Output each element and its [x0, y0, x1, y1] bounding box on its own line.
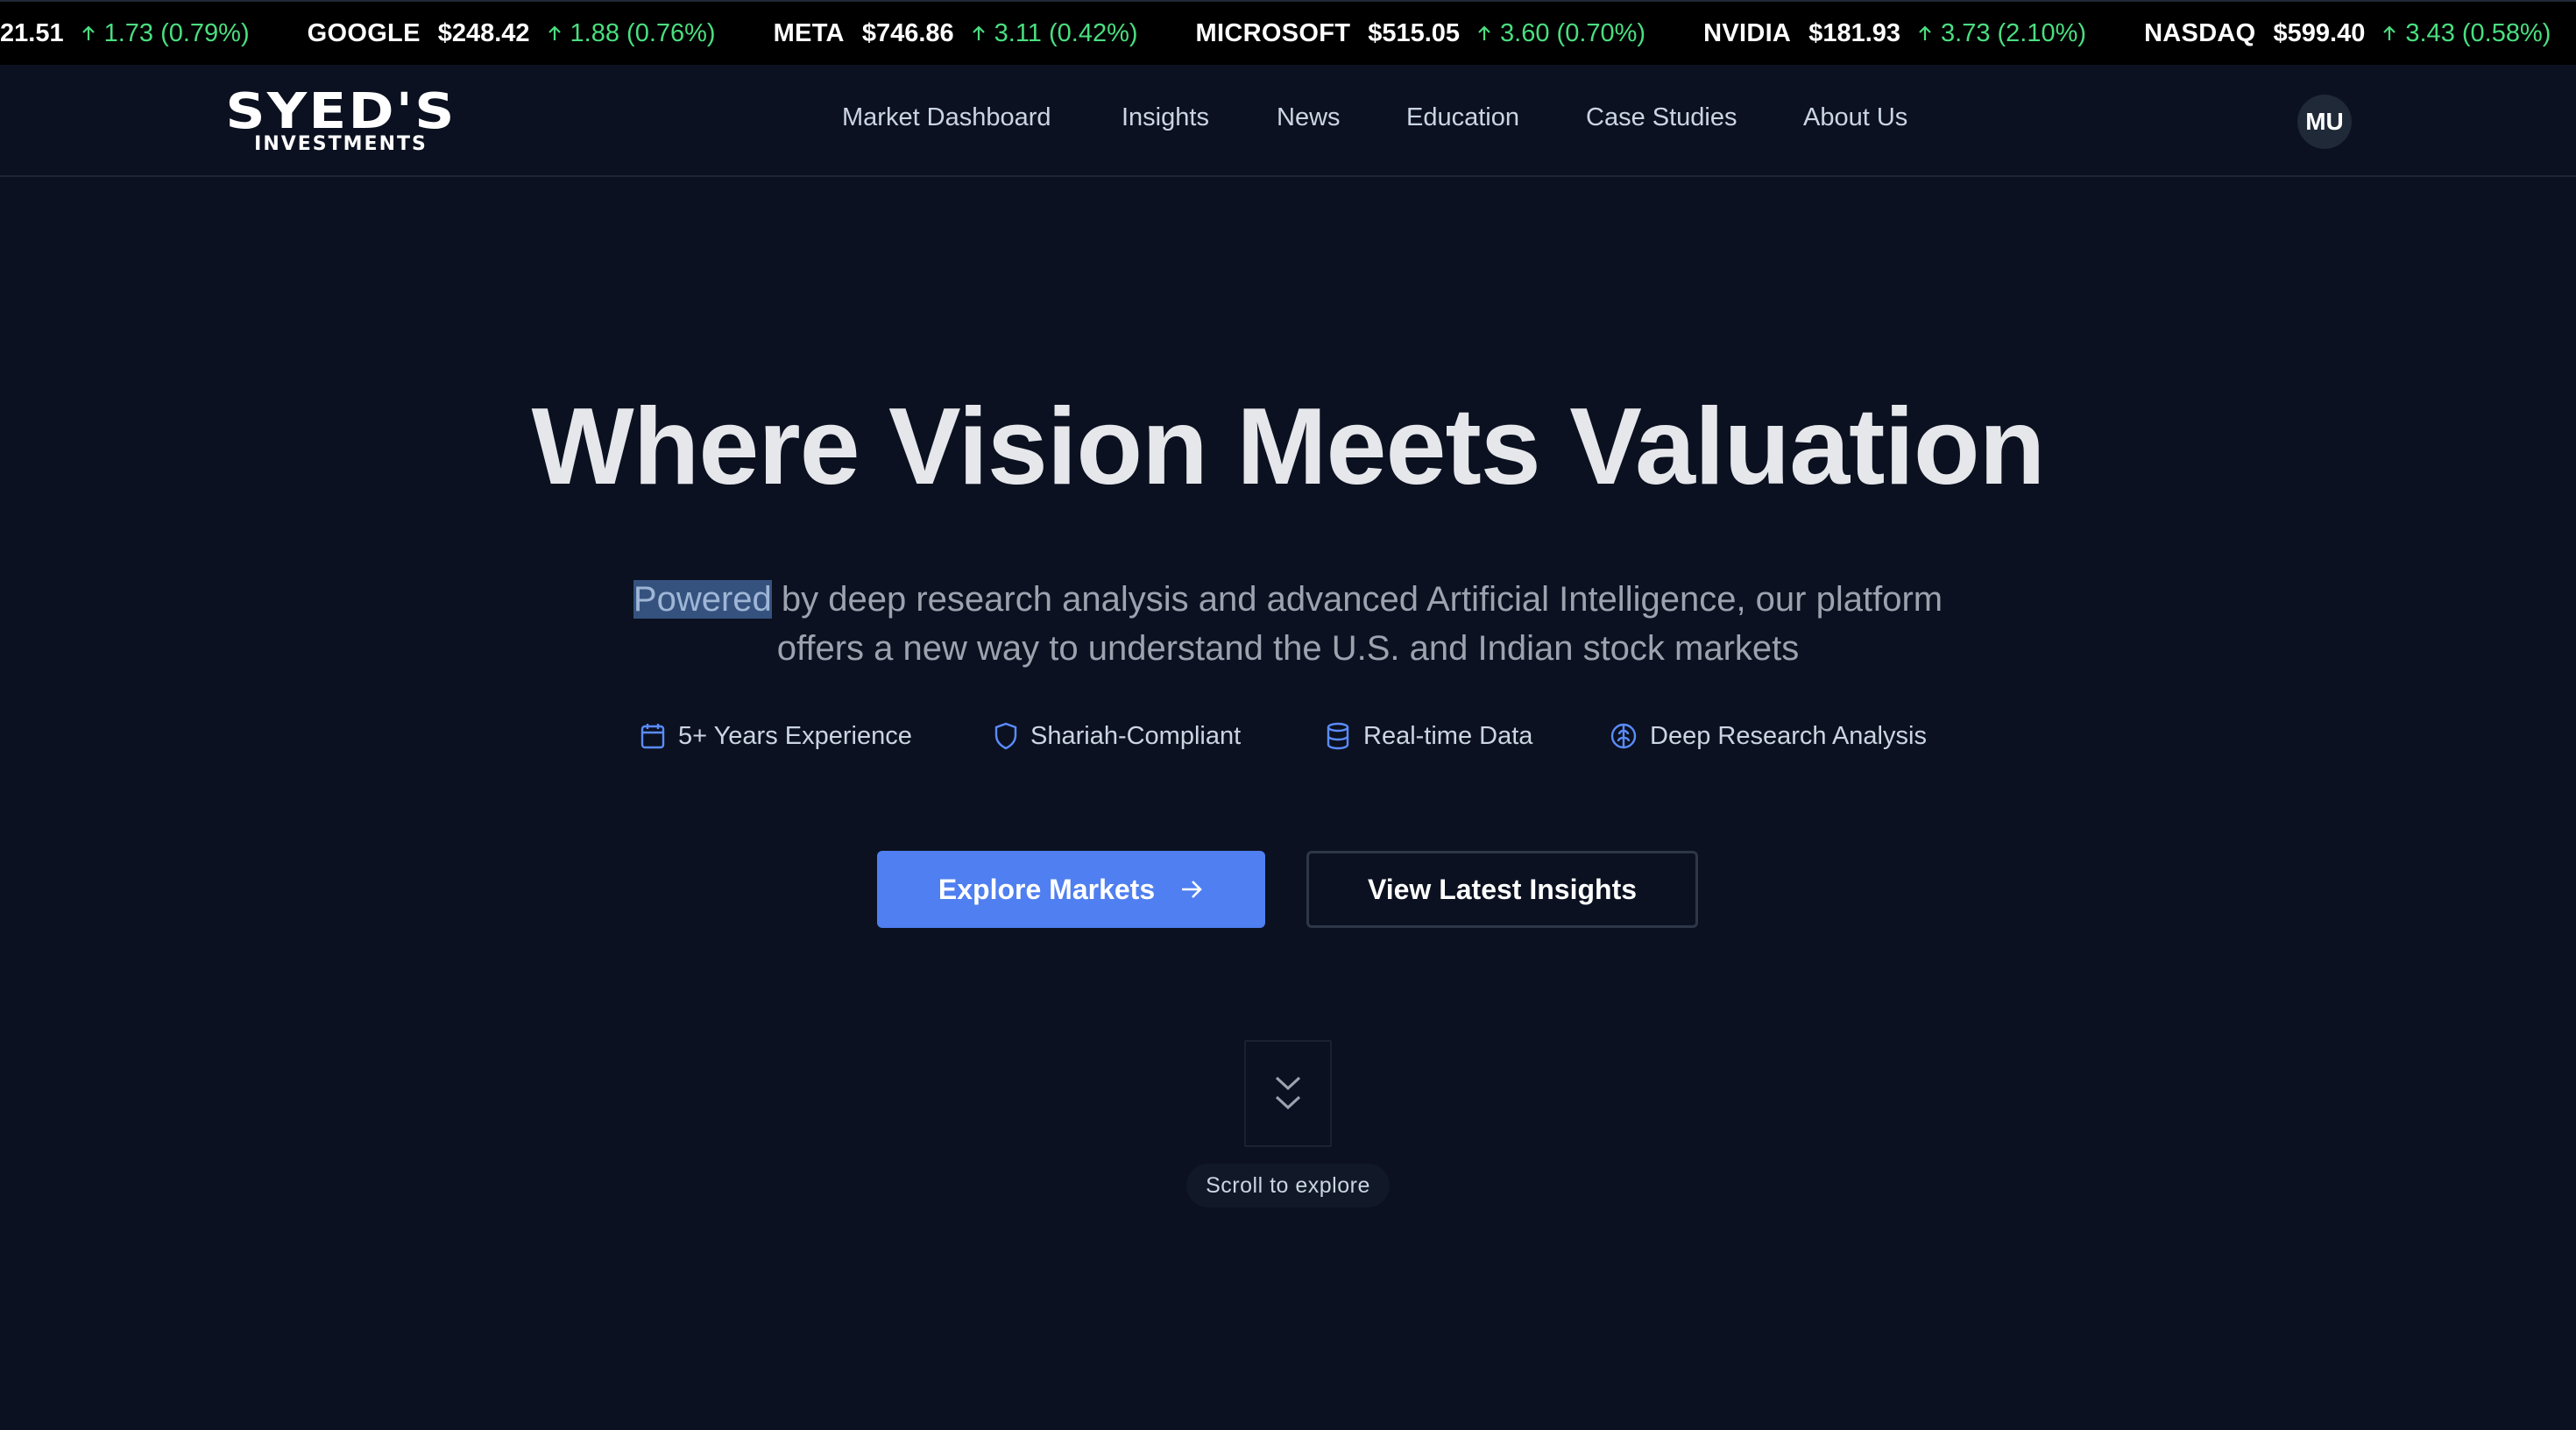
nav-link-case-studies[interactable]: Case Studies [1586, 103, 1737, 132]
main-navbar: SYED'S INVESTMENTS Market Dashboard Insi… [0, 65, 2576, 177]
calendar-icon [640, 724, 665, 749]
hero-title: Where Vision Meets Valuation [531, 386, 2046, 507]
arrow-up-icon [2383, 25, 2396, 40]
ticker-price: $746.86 [861, 18, 954, 47]
ticker-symbol: META [773, 18, 845, 47]
ticker-change-value: 3.11 (0.42%) [994, 18, 1138, 47]
feature-label: Deep Research Analysis [1650, 721, 1927, 750]
explore-markets-button[interactable]: Explore Markets [877, 851, 1265, 928]
feature-item: Real-time Data [1325, 715, 1532, 757]
ticker-change-value: 3.43 (0.58%) [2405, 18, 2551, 47]
ticker-item[interactable]: MICROSOFT $515.05 3.60 (0.70%) [1196, 19, 1646, 48]
ticker-change: 3.11 (0.42%) [972, 19, 1138, 48]
ticker-change: 1.88 (0.76%) [548, 19, 716, 48]
ticker-item[interactable]: META $746.86 3.11 (0.42%) [774, 19, 1138, 48]
database-icon [1327, 722, 1349, 750]
nav-link-market-dashboard[interactable]: Market Dashboard [842, 103, 1051, 132]
scroll-down-indicator[interactable] [1244, 1040, 1332, 1147]
feature-list: 5+ Years Experience Shariah-Compliant Re… [0, 715, 2576, 757]
ticker-price: 21.51 [0, 18, 64, 47]
hero-subtitle-text: by deep research analysis and advanced A… [771, 580, 1943, 668]
ticker-change-value: 1.73 (0.79%) [103, 18, 250, 47]
feature-item: 5+ Years Experience [640, 715, 912, 757]
ticker-track: 21.51 1.73 (0.79%) GOOGLE $248.42 1.88 (… [0, 2, 2576, 65]
feature-item: Shariah-Compliant [994, 715, 1241, 757]
ticker-price: $599.40 [2273, 18, 2366, 47]
ticker-item[interactable]: NASDAQ $599.40 3.43 (0.58%) [2144, 19, 2551, 48]
arrow-up-icon [81, 25, 95, 40]
view-latest-insights-button[interactable]: View Latest Insights [1306, 851, 1698, 928]
brain-icon [1610, 723, 1637, 749]
ticker-change: 3.43 (0.58%) [2382, 19, 2551, 48]
primary-nav: Market Dashboard Insights News Education… [0, 65, 2576, 175]
ticker-item[interactable]: 21.51 1.73 (0.79%) [0, 19, 250, 48]
ticker-price: $248.42 [437, 18, 530, 47]
ticker-item[interactable]: NVIDIA $181.93 3.73 (2.10%) [1703, 19, 2086, 48]
ticker-symbol: NASDAQ [2144, 18, 2256, 47]
feature-label: 5+ Years Experience [678, 721, 912, 750]
scroll-hint-label: Scroll to explore [1186, 1164, 1390, 1207]
ticker-symbol: GOOGLE [307, 18, 421, 47]
chevrons-down-icon [1275, 1076, 1301, 1110]
ticker-price: $515.05 [1368, 18, 1461, 47]
nav-link-about-us[interactable]: About Us [1803, 103, 1907, 132]
arrow-up-icon [1478, 25, 1490, 40]
ticker-symbol: MICROSOFT [1195, 18, 1351, 47]
selected-text: Powered [633, 580, 772, 619]
ticker-price: $181.93 [1808, 18, 1901, 47]
nav-link-insights[interactable]: Insights [1122, 103, 1209, 132]
feature-item: Deep Research Analysis [1610, 715, 1927, 757]
arrow-up-icon [548, 25, 561, 40]
nav-link-news[interactable]: News [1277, 103, 1341, 132]
ticker-change: 3.60 (0.70%) [1477, 19, 1645, 48]
stock-ticker: 21.51 1.73 (0.79%) GOOGLE $248.42 1.88 (… [0, 0, 2576, 65]
ticker-change-value: 3.60 (0.70%) [1500, 18, 1646, 47]
feature-label: Shariah-Compliant [1030, 721, 1242, 750]
shield-icon [994, 722, 1017, 750]
ticker-change-value: 1.88 (0.76%) [570, 18, 716, 47]
explore-markets-label: Explore Markets [938, 873, 1156, 905]
nav-link-education[interactable]: Education [1406, 103, 1519, 132]
ticker-change-value: 3.73 (2.10%) [1941, 18, 2087, 47]
ticker-change: 1.73 (0.79%) [81, 19, 250, 48]
arrow-up-icon [1919, 25, 1931, 40]
hero-subtitle: Powered by deep research analysis and ad… [596, 575, 1980, 673]
feature-label: Real-time Data [1363, 721, 1533, 750]
ticker-change: 3.73 (2.10%) [1918, 19, 2086, 48]
arrow-right-icon [1182, 881, 1202, 898]
ticker-item[interactable]: GOOGLE $248.42 1.88 (0.76%) [308, 19, 716, 48]
arrow-up-icon [972, 25, 985, 40]
user-avatar[interactable]: MU [2297, 95, 2352, 149]
ticker-symbol: NVIDIA [1703, 18, 1792, 47]
